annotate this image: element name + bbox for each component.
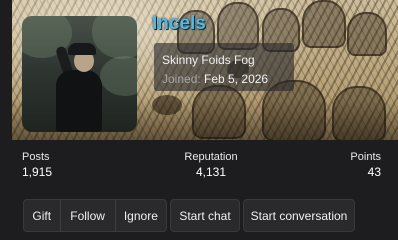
gift-button[interactable]: Gift xyxy=(24,200,60,231)
start-chat-button[interactable]: Start chat xyxy=(170,199,240,232)
member-action-group: Gift Follow Ignore xyxy=(23,199,167,232)
avatar[interactable] xyxy=(22,16,137,132)
stat-points-value: 43 xyxy=(367,165,381,179)
user-title: Skinny Foids Fog xyxy=(162,53,255,67)
stat-posts-label: Posts xyxy=(22,151,50,163)
stat-reputation[interactable]: Reputation 4,131 xyxy=(178,150,244,180)
start-conversation-button[interactable]: Start conversation xyxy=(243,199,355,232)
stat-posts-value: 1,915 xyxy=(22,165,53,179)
stat-posts[interactable]: Posts 1,915 xyxy=(22,150,52,180)
stat-points[interactable]: Points 43 xyxy=(350,150,381,180)
profile-info-box: Skinny Foids Fog Joined: Feb 5, 2026 xyxy=(154,43,294,91)
ignore-button[interactable]: Ignore xyxy=(114,200,166,231)
stat-reputation-value: 4,131 xyxy=(195,165,227,179)
follow-button[interactable]: Follow xyxy=(59,200,115,231)
joined-info: Joined: Feb 5, 2026 xyxy=(162,72,268,86)
joined-date: Feb 5, 2026 xyxy=(204,72,269,86)
joined-label: Joined: xyxy=(162,72,201,86)
username[interactable]: Incels xyxy=(152,12,206,36)
stat-points-label: Points xyxy=(350,151,381,163)
stat-reputation-label: Reputation xyxy=(184,151,238,163)
